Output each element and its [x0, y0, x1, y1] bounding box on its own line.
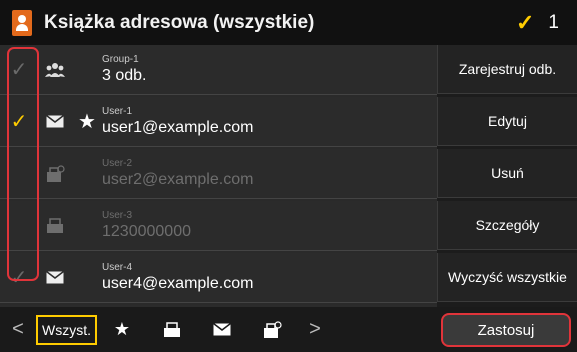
- ifax-filter-icon[interactable]: [247, 307, 297, 352]
- edit-button[interactable]: Edytuj: [437, 97, 577, 146]
- row-checkbox[interactable]: [0, 149, 38, 198]
- fax-filter-icon[interactable]: [147, 307, 197, 352]
- ifax-icon: [38, 164, 72, 183]
- row-checkbox[interactable]: ✓: [0, 253, 38, 302]
- row-checkbox[interactable]: ✓: [0, 97, 38, 146]
- address-book-screen: Książka adresowa (wszystkie) ✓ 1 ✓ Group…: [0, 0, 577, 352]
- selected-count: 1: [548, 11, 559, 33]
- email-icon: [38, 271, 72, 284]
- address-book-icon: [12, 9, 32, 36]
- favorite-filter-star-icon[interactable]: ★: [97, 307, 147, 352]
- check-icon: ✓: [515, 9, 535, 35]
- page-title: Książka adresowa (wszystkie): [44, 11, 315, 33]
- entry-name: User-1: [102, 105, 133, 117]
- register-destination-button[interactable]: Zarejestruj odb.: [437, 45, 577, 94]
- list-item[interactable]: User-3 1230000000: [0, 201, 437, 251]
- entry-value: 3 odb.: [102, 66, 147, 84]
- email-filter-icon[interactable]: [197, 307, 247, 352]
- filter-all-tab[interactable]: Wszyst.: [36, 314, 97, 345]
- selection-counter: ✓ 1: [516, 0, 559, 45]
- entry-name: User-3: [102, 209, 133, 221]
- row-checkbox[interactable]: [0, 201, 38, 250]
- group-icon: [38, 62, 72, 78]
- next-arrow-icon[interactable]: >: [297, 307, 333, 352]
- title-bar: Książka adresowa (wszystkie) ✓ 1: [0, 0, 577, 45]
- entry-value: user1@example.com: [102, 118, 254, 136]
- entry-name: Group-1: [102, 53, 139, 65]
- favorite-star-icon: ★: [78, 111, 96, 133]
- entry-name: User-4: [102, 261, 133, 273]
- entry-value: 1230000000: [102, 222, 191, 240]
- entry-name: User-2: [102, 157, 133, 169]
- list-item[interactable]: ✓ Group-1 3 odb.: [0, 45, 437, 95]
- list-item[interactable]: ✓ User-4 user4@example.com: [0, 253, 437, 303]
- entry-value: user4@example.com: [102, 274, 254, 292]
- details-button[interactable]: Szczegóły: [437, 201, 577, 250]
- prev-arrow-icon[interactable]: <: [0, 307, 36, 352]
- entry-value: user2@example.com: [102, 170, 254, 188]
- list-item[interactable]: ✓ ★ User-1 user1@example.com: [0, 97, 437, 147]
- email-icon: [38, 115, 72, 128]
- apply-button[interactable]: Zastosuj: [441, 313, 571, 347]
- clear-all-button[interactable]: Wyczyść wszystkie: [437, 253, 577, 302]
- delete-button[interactable]: Usuń: [437, 149, 577, 198]
- action-column: Zarejestruj odb. Edytuj Usuń Szczegóły W…: [437, 45, 577, 307]
- list-item[interactable]: User-2 user2@example.com: [0, 149, 437, 199]
- row-checkbox[interactable]: ✓: [0, 45, 38, 94]
- fax-icon: [38, 217, 72, 234]
